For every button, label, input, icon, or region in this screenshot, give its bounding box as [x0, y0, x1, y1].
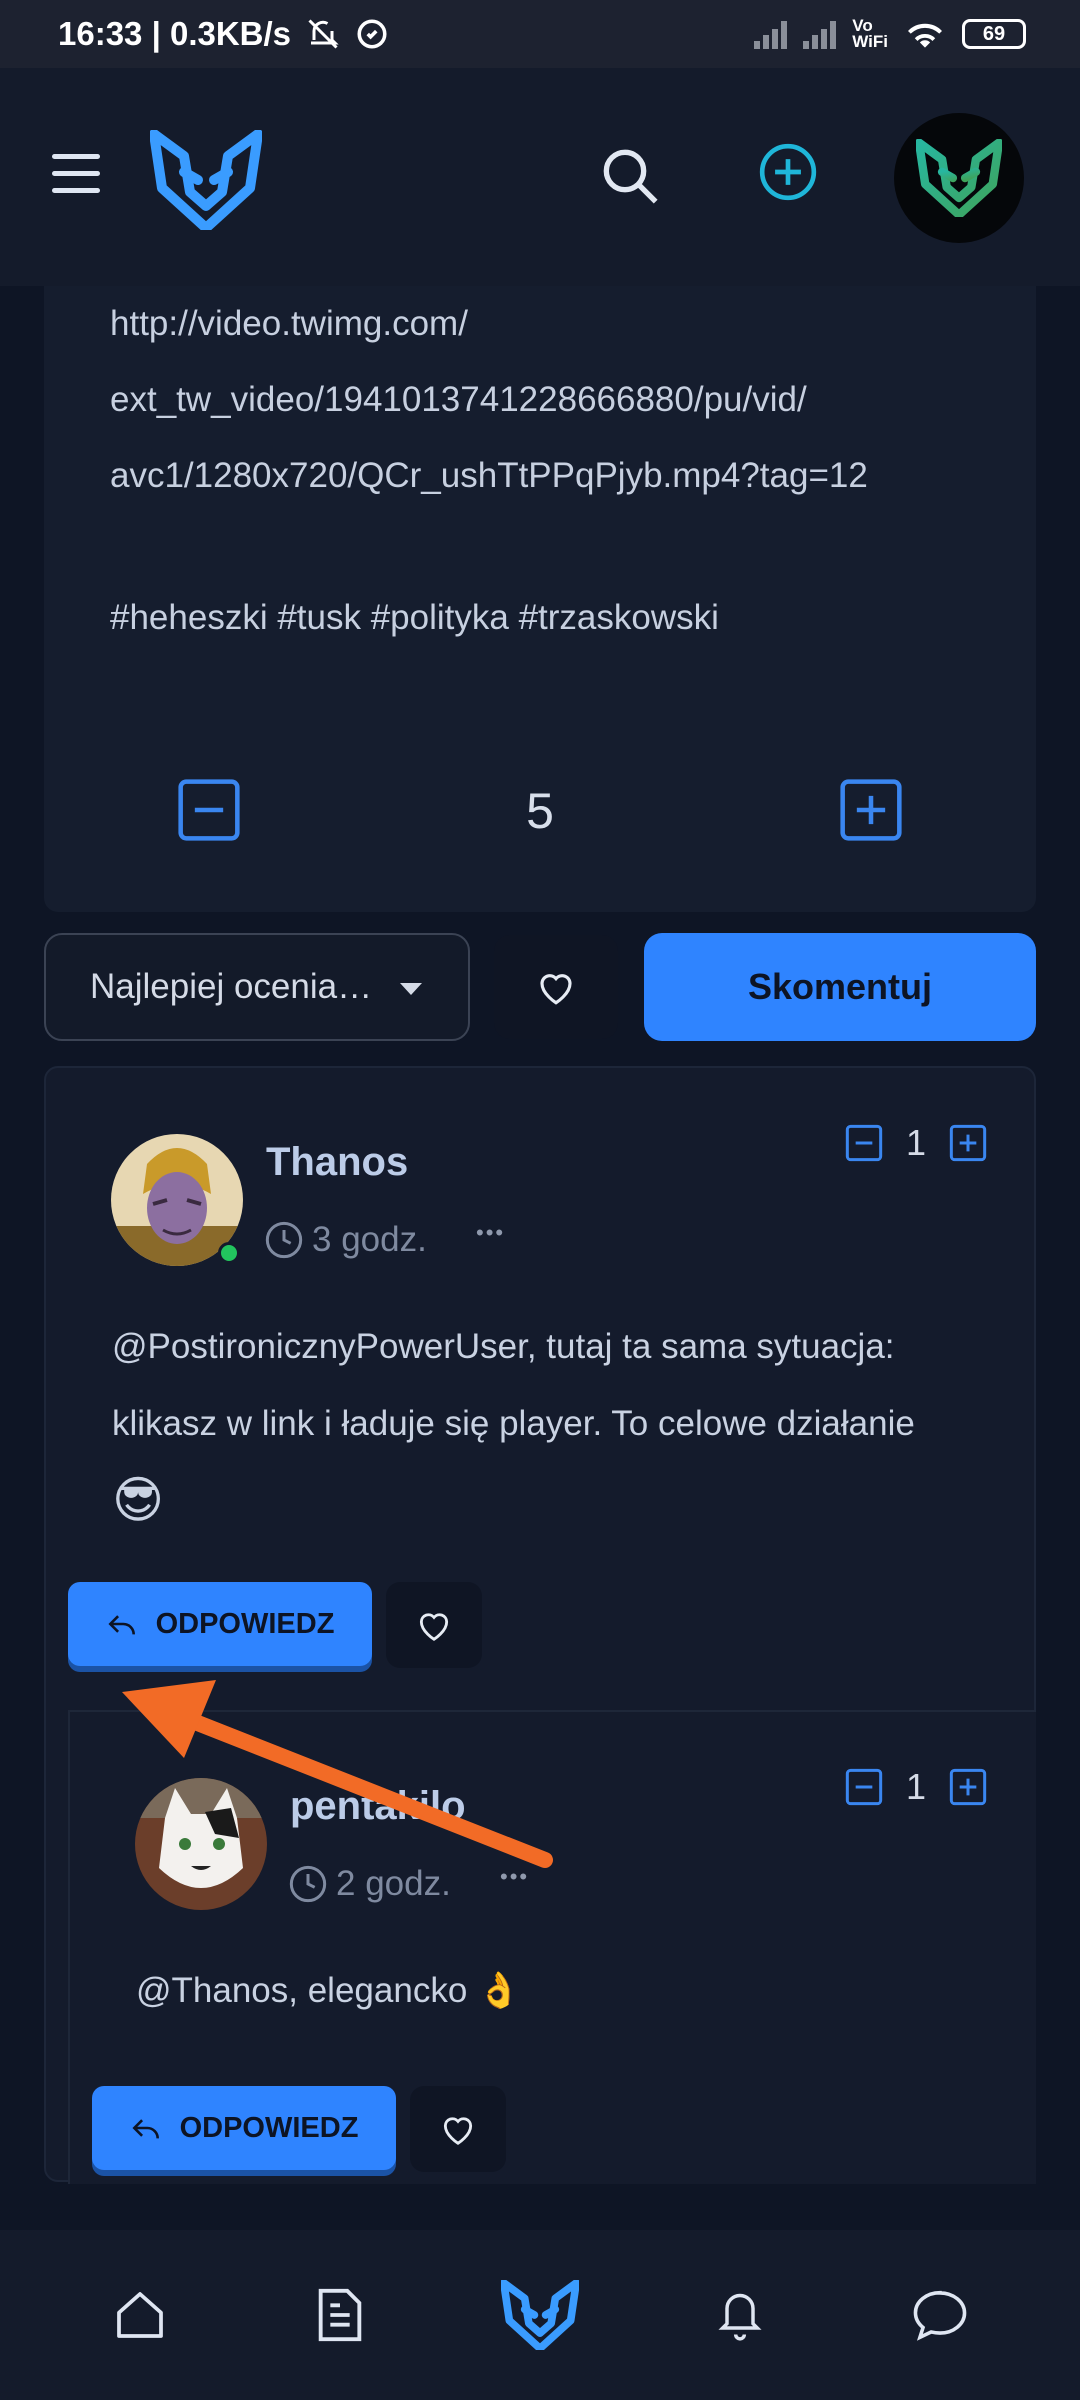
comment-vote-count: 1	[906, 1122, 927, 1163]
cat-avatar-image	[135, 1778, 267, 1910]
comment-time-label: 3 godz.	[312, 1220, 427, 1259]
nav-documents[interactable]	[295, 2270, 385, 2360]
app-header	[0, 68, 1080, 286]
post-tags[interactable]: #heheszki #tusk #polityka #trzaskowski	[110, 580, 1010, 656]
comment-button[interactable]: Skomentuj	[644, 933, 1036, 1041]
minus-square-icon[interactable]	[844, 1123, 884, 1163]
signal-icon	[754, 19, 788, 49]
plus-square-icon[interactable]	[948, 1123, 988, 1163]
plus-square-icon[interactable]	[948, 1767, 988, 1807]
comment-emoji: 😎	[112, 1472, 165, 1528]
bell-off-icon	[308, 19, 339, 49]
reply-button-label: ODPOWIEDZ	[155, 1607, 335, 1640]
plus-square-icon[interactable]	[837, 776, 905, 844]
comment-time: 2 godz.	[288, 1864, 451, 1904]
comments-section: Thanos 3 godz. ••• 1 @PostironicznyPower…	[44, 1066, 1036, 2184]
minus-square-icon[interactable]	[844, 1767, 884, 1807]
heart-icon	[443, 2117, 473, 2145]
vowifi-label: Vo WiFi	[852, 16, 888, 51]
document-icon	[318, 2288, 362, 2342]
nav-notifications[interactable]	[695, 2270, 785, 2360]
post-vote-count: 5	[526, 783, 554, 839]
nav-home-logo[interactable]	[495, 2270, 585, 2360]
avatar[interactable]	[135, 1778, 267, 1910]
comment-time-label: 2 godz.	[336, 1864, 451, 1903]
post-link-line[interactable]: http://video.twimg.com/	[110, 286, 1010, 362]
bell-icon	[718, 2293, 762, 2341]
plus-circle-icon[interactable]	[757, 141, 819, 203]
hamburger-icon[interactable]	[52, 154, 100, 196]
favorite-button[interactable]	[386, 1582, 482, 1668]
reply-button-label: ODPOWIEDZ	[179, 2111, 359, 2144]
reply-icon	[108, 1615, 135, 1635]
wolf-logo-icon	[916, 139, 1002, 217]
nav-messages[interactable]	[895, 2270, 985, 2360]
chat-icon	[913, 2290, 967, 2341]
comment-vote-count: 1	[906, 1766, 927, 1807]
sort-select-label: Najlepiej ocenia…	[90, 967, 373, 1006]
comment-text-line: klikasz w link i ładuje się player. To c…	[112, 1404, 915, 1443]
favorite-button[interactable]	[494, 935, 618, 1039]
nav-home[interactable]	[95, 2270, 185, 2360]
signal-icon-2	[803, 19, 837, 49]
comment-text: @PostironicznyPowerUser, tutaj ta sama s…	[112, 1308, 915, 1539]
comment-vote: 1	[844, 1122, 988, 1164]
home-icon	[117, 2292, 163, 2338]
wolf-logo-icon	[501, 2280, 579, 2350]
more-options-icon[interactable]: •••	[500, 1864, 529, 1890]
comment-author[interactable]: Thanos	[266, 1140, 408, 1185]
post-card: http://video.twimg.com/ ext_tw_video/194…	[44, 286, 1036, 912]
post-link-line[interactable]: ext_tw_video/1941013741228666880/pu/vid/	[110, 362, 1010, 438]
status-bar: 16:33 | 0.3KB/s Vo WiFi 69	[0, 0, 1080, 68]
heart-icon	[419, 1613, 449, 1641]
post-body: http://video.twimg.com/ ext_tw_video/194…	[110, 286, 1010, 656]
minus-square-icon[interactable]	[175, 776, 243, 844]
favorite-button[interactable]	[410, 2086, 506, 2172]
heart-icon	[540, 974, 572, 1005]
nested-comment: pentakilo 2 godz. ••• 1 @Thanos, eleganc…	[68, 1710, 1036, 2184]
clock-icon	[289, 1865, 327, 1903]
data-saver-icon	[357, 19, 387, 49]
comment-vote: 1	[844, 1766, 988, 1808]
reply-button[interactable]: ODPOWIEDZ	[92, 2086, 396, 2170]
online-status-dot	[218, 1242, 240, 1264]
clock-icon	[265, 1221, 303, 1259]
comment-text-line: @PostironicznyPowerUser, tutaj ta sama s…	[112, 1327, 895, 1366]
post-vote: 5	[44, 776, 1036, 846]
reply-button[interactable]: ODPOWIEDZ	[68, 1582, 372, 1666]
post-link-line[interactable]: avc1/1280x720/QCr_ushTtPPqPjyb.mp4?tag=1…	[110, 438, 1010, 514]
wolf-logo-icon[interactable]	[150, 130, 262, 230]
status-time-speed: 16:33 | 0.3KB/s	[58, 15, 292, 52]
comment-author[interactable]: pentakilo	[290, 1784, 466, 1829]
comment-text: @Thanos, elegancko 👌	[136, 1971, 521, 2010]
sort-select[interactable]: Najlepiej ocenia…	[44, 933, 470, 1041]
wifi-icon	[908, 23, 942, 48]
more-options-icon[interactable]: •••	[476, 1220, 505, 1246]
battery-icon: 69	[962, 19, 1026, 49]
comment-time: 3 godz.	[264, 1220, 427, 1260]
bottom-navigation	[0, 2230, 1080, 2400]
caret-down-icon	[400, 983, 422, 995]
user-avatar[interactable]	[894, 113, 1024, 243]
search-icon[interactable]	[597, 143, 661, 207]
battery-level: 69	[982, 22, 1006, 45]
reply-icon	[132, 2119, 159, 2139]
